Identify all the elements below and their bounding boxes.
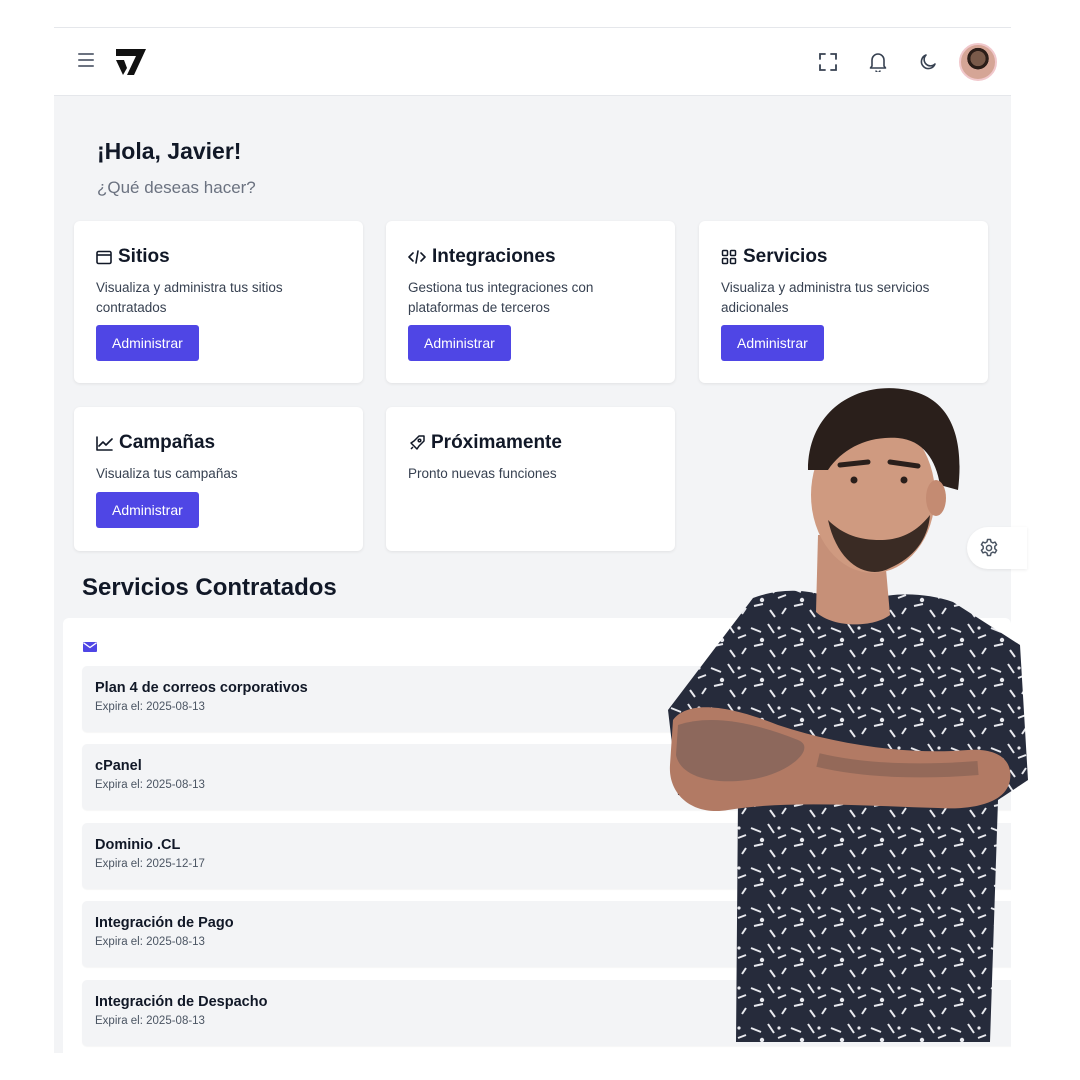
service-item[interactable]: Integración de Pago Expira el: 2025-08-1…: [82, 901, 1011, 967]
services-panel: Plan 4 de correos corporativos Expira el…: [63, 618, 1011, 1053]
card-title-text: Campañas: [119, 432, 216, 453]
service-expiry: Expira el: 2025-08-13: [95, 1015, 205, 1027]
top-bar: [54, 28, 1011, 96]
greeting-subtitle: ¿Qué deseas hacer?: [97, 178, 256, 197]
settings-tab[interactable]: [967, 527, 1027, 569]
greeting-title: ¡Hola, Javier!: [97, 138, 242, 164]
card-title-text: Integraciones: [432, 246, 556, 267]
card-title-text: Próximamente: [431, 432, 562, 453]
administrar-sitios-button[interactable]: Administrar: [96, 325, 199, 361]
mail-icon: [83, 642, 97, 652]
brand-logo[interactable]: [114, 46, 150, 76]
card-description: Visualiza y administra tus servicios adi…: [721, 280, 930, 315]
user-avatar[interactable]: [959, 43, 997, 81]
card-title: Servicios: [721, 245, 966, 269]
administrar-campanas-button[interactable]: Administrar: [96, 492, 199, 528]
service-name: cPanel: [95, 758, 142, 774]
card-proximamente: Próximamente Pronto nuevas funciones: [386, 407, 675, 551]
line-chart-icon: [96, 435, 113, 451]
browser-window-icon: [96, 250, 112, 264]
service-name: Plan 4 de correos corporativos: [95, 680, 308, 696]
dashboard-frame: ¡Hola, Javier! ¿Qué deseas hacer? Sitios…: [54, 27, 1011, 1053]
administrar-integraciones-button[interactable]: Administrar: [408, 325, 511, 361]
service-expiry: Expira el: 2025-08-13: [95, 701, 205, 713]
card-title: Campañas: [96, 431, 341, 455]
card-integraciones: Integraciones Gestiona tus integraciones…: [386, 221, 675, 383]
hamburger-icon[interactable]: [78, 53, 94, 67]
moon-icon[interactable]: [903, 42, 953, 82]
service-item[interactable]: Plan 4 de correos corporativos Expira el…: [82, 666, 1011, 732]
administrar-servicios-button[interactable]: Administrar: [721, 325, 824, 361]
card-description: Pronto nuevas funciones: [408, 466, 557, 481]
card-servicios: Servicios Visualiza y administra tus ser…: [699, 221, 988, 383]
service-name: Integración de Despacho: [95, 994, 268, 1010]
service-name: Dominio .CL: [95, 837, 181, 853]
card-description: Visualiza tus campañas: [96, 466, 238, 481]
grid-icon: [721, 249, 737, 265]
code-icon: [408, 250, 426, 264]
fullscreen-icon[interactable]: [803, 42, 853, 82]
service-expiry: Expira el: 2025-12-17: [95, 858, 205, 870]
card-title: Próximamente: [408, 431, 653, 455]
service-expiry: Expira el: 2025-08-13: [95, 936, 205, 948]
card-title-text: Sitios: [118, 246, 170, 267]
card-description: Visualiza y administra tus sitios contra…: [96, 280, 283, 315]
rocket-icon: [410, 434, 425, 450]
service-name: Integración de Pago: [95, 915, 234, 931]
bell-icon[interactable]: [853, 42, 903, 82]
card-title: Sitios: [96, 245, 341, 269]
card-sitios: Sitios Visualiza y administra tus sitios…: [74, 221, 363, 383]
services-section-title: Servicios Contratados: [82, 574, 337, 601]
gear-icon[interactable]: [979, 538, 999, 558]
service-item[interactable]: Dominio .CL Expira el: 2025-12-17: [82, 823, 1011, 889]
top-actions: [803, 42, 997, 82]
card-description: Gestiona tus integraciones con plataform…: [408, 280, 594, 315]
card-title-text: Servicios: [743, 246, 828, 267]
service-expiry: Expira el: 2025-08-13: [95, 779, 205, 791]
service-item[interactable]: cPanel Expira el: 2025-08-13: [82, 744, 1011, 810]
service-item[interactable]: Integración de Despacho Expira el: 2025-…: [82, 980, 1011, 1046]
card-title: Integraciones: [408, 245, 653, 269]
card-campanas: Campañas Visualiza tus campañas Administ…: [74, 407, 363, 551]
